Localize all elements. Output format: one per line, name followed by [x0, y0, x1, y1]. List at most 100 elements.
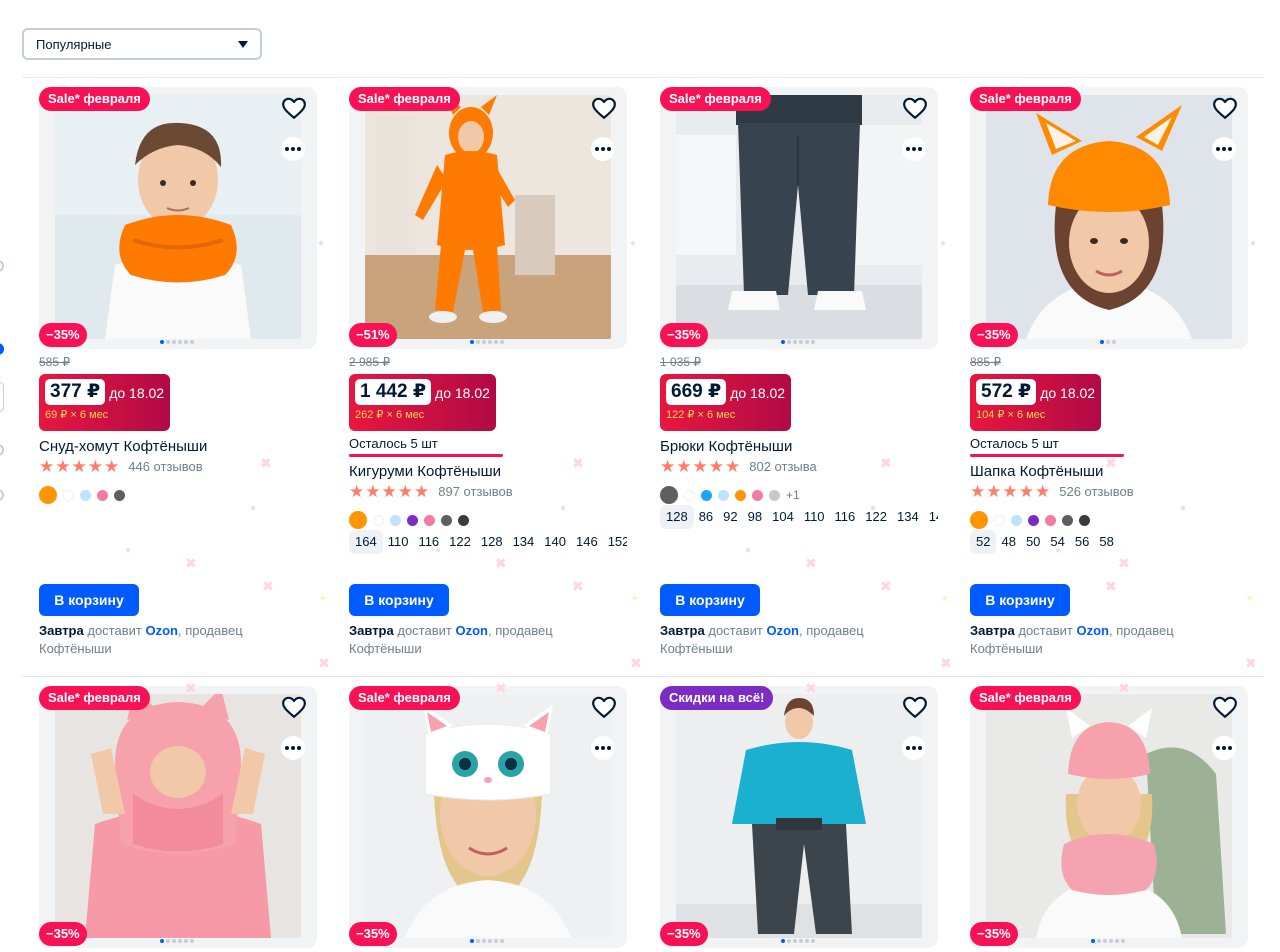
- size-option[interactable]: 128: [660, 505, 694, 529]
- size-option[interactable]: 122: [444, 530, 476, 554]
- review-count[interactable]: 526 отзывов: [1059, 484, 1133, 499]
- product-image[interactable]: [39, 686, 317, 948]
- pager-dot[interactable]: [470, 340, 474, 344]
- pager-dot[interactable]: [799, 340, 803, 344]
- pager-dot[interactable]: [172, 340, 176, 344]
- add-to-cart-button[interactable]: В корзину: [39, 584, 139, 616]
- pager-dot[interactable]: [1097, 939, 1101, 943]
- product-card[interactable]: Sale* февраля −35%: [970, 686, 1250, 952]
- size-option[interactable]: 98: [743, 505, 767, 529]
- pager-dot[interactable]: [160, 939, 164, 943]
- color-swatch[interactable]: [994, 514, 1005, 526]
- color-swatch[interactable]: [1028, 514, 1039, 526]
- pager-dot[interactable]: [811, 939, 815, 943]
- more-options-icon[interactable]: [1212, 736, 1236, 760]
- image-pager[interactable]: [781, 340, 815, 346]
- pager-dot[interactable]: [787, 939, 791, 943]
- add-to-cart-button[interactable]: В корзину: [660, 584, 760, 616]
- rating[interactable]: ★ ★ ★ ★ ★ 897 отзывов: [349, 483, 513, 500]
- product-card[interactable]: Sale* февраля −35%: [39, 686, 319, 952]
- favorite-heart-icon[interactable]: [591, 95, 617, 121]
- pager-dot[interactable]: [1100, 340, 1104, 344]
- product-photo[interactable]: [365, 694, 611, 938]
- product-image[interactable]: [39, 87, 317, 349]
- pager-dot[interactable]: [190, 939, 194, 943]
- product-card[interactable]: Sale* февраля −35%: [349, 686, 629, 952]
- product-photo[interactable]: [986, 694, 1232, 938]
- pager-dot[interactable]: [805, 340, 809, 344]
- color-swatch[interactable]: [39, 486, 57, 504]
- more-options-icon[interactable]: [902, 137, 926, 161]
- size-option[interactable]: 134: [892, 505, 924, 529]
- product-photo[interactable]: [986, 95, 1232, 339]
- add-to-cart-button[interactable]: В корзину: [349, 584, 449, 616]
- pager-dot[interactable]: [190, 340, 194, 344]
- color-swatch[interactable]: [373, 514, 384, 526]
- ozon-link[interactable]: Ozon: [145, 623, 178, 638]
- size-option[interactable]: 56: [1070, 530, 1094, 554]
- size-option[interactable]: 110: [799, 505, 830, 529]
- image-pager[interactable]: [781, 939, 815, 945]
- favorite-heart-icon[interactable]: [902, 694, 928, 720]
- pager-dot[interactable]: [184, 340, 188, 344]
- size-option[interactable]: 104: [767, 505, 799, 529]
- rating[interactable]: ★ ★ ★ ★ ★ 802 отзыва: [660, 458, 817, 475]
- ozon-link[interactable]: Ozon: [1076, 623, 1109, 638]
- color-swatch[interactable]: [441, 514, 452, 526]
- pager-dot[interactable]: [166, 340, 170, 344]
- color-swatch[interactable]: [114, 489, 125, 501]
- pager-dot[interactable]: [1121, 939, 1125, 943]
- size-option[interactable]: 48: [996, 530, 1020, 554]
- more-options-icon[interactable]: [902, 736, 926, 760]
- color-swatch[interactable]: [458, 514, 469, 526]
- pager-dot[interactable]: [178, 939, 182, 943]
- color-swatch[interactable]: [80, 489, 91, 501]
- pager-dot[interactable]: [494, 939, 498, 943]
- filter-radio-selected[interactable]: [0, 343, 4, 355]
- pager-dot[interactable]: [1091, 939, 1095, 943]
- color-swatch[interactable]: [735, 489, 746, 501]
- pager-dot[interactable]: [166, 939, 170, 943]
- more-options-icon[interactable]: [281, 736, 305, 760]
- color-swatch[interactable]: [769, 489, 780, 501]
- size-option[interactable]: 50: [1021, 530, 1045, 554]
- color-swatch[interactable]: [1079, 514, 1090, 526]
- pager-dot[interactable]: [470, 939, 474, 943]
- product-image[interactable]: [349, 686, 627, 948]
- more-colors-count[interactable]: +1: [786, 488, 800, 502]
- color-swatch[interactable]: [349, 511, 367, 529]
- color-swatch[interactable]: [752, 489, 763, 501]
- product-card[interactable]: Sale* февраля −51% 2 985 ₽ 1 442 ₽ до 18.02 2…: [349, 87, 629, 667]
- product-image[interactable]: [970, 686, 1248, 948]
- product-photo[interactable]: [55, 694, 301, 938]
- pager-dot[interactable]: [781, 939, 785, 943]
- size-option[interactable]: 152: [603, 530, 627, 554]
- color-swatch[interactable]: [660, 486, 678, 504]
- size-option[interactable]: 110: [383, 530, 414, 554]
- pager-dot[interactable]: [500, 340, 504, 344]
- size-option[interactable]: 54: [1045, 530, 1069, 554]
- image-pager[interactable]: [1100, 340, 1116, 346]
- product-image[interactable]: [970, 87, 1248, 349]
- color-swatch[interactable]: [684, 489, 695, 501]
- color-swatch[interactable]: [63, 489, 74, 501]
- favorite-heart-icon[interactable]: [281, 95, 307, 121]
- favorite-heart-icon[interactable]: [902, 95, 928, 121]
- pager-dot[interactable]: [482, 939, 486, 943]
- favorite-heart-icon[interactable]: [281, 694, 307, 720]
- product-title[interactable]: Кигуруми Кофтёныши: [349, 463, 501, 480]
- color-swatch[interactable]: [390, 514, 401, 526]
- review-count[interactable]: 897 отзывов: [438, 484, 512, 499]
- pager-dot[interactable]: [494, 340, 498, 344]
- color-swatch[interactable]: [1062, 514, 1073, 526]
- size-option[interactable]: 128: [476, 530, 508, 554]
- product-card[interactable]: Sale* февраля −35% 585 ₽ 377 ₽ до 18.02 69 ₽ …: [39, 87, 319, 667]
- product-photo[interactable]: [676, 95, 922, 339]
- image-pager[interactable]: [160, 939, 194, 945]
- pager-dot[interactable]: [1112, 340, 1116, 344]
- pager-dot[interactable]: [793, 340, 797, 344]
- product-title[interactable]: Брюки Кофтёныши: [660, 438, 792, 455]
- size-option[interactable]: 122: [860, 505, 892, 529]
- size-option[interactable]: 58: [1094, 530, 1118, 554]
- pager-dot[interactable]: [805, 939, 809, 943]
